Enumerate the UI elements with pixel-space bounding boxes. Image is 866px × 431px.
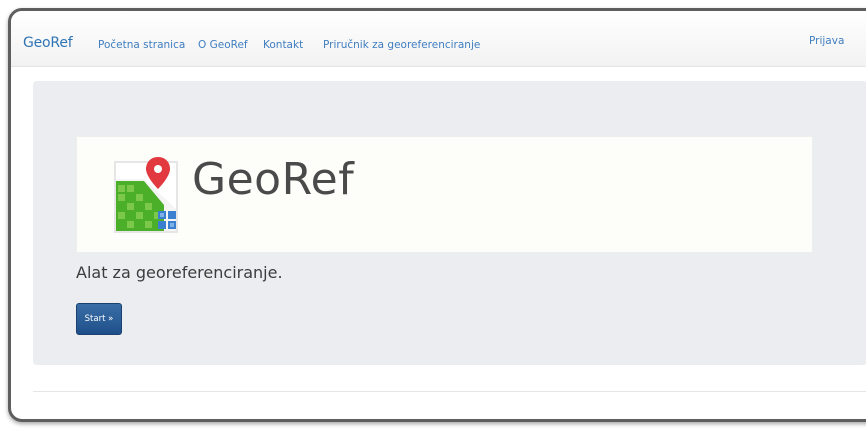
login-link[interactable]: Prijava xyxy=(809,35,844,47)
logo-banner: GeoRef xyxy=(76,136,813,253)
navbar-brand[interactable]: GeoRef xyxy=(23,35,73,51)
navbar: GeoRef Početna stranica O GeoRef Kontakt… xyxy=(11,11,866,67)
browser-frame: GeoRef Početna stranica O GeoRef Kontakt… xyxy=(8,8,866,422)
nav-link-manual[interactable]: Priručnik za georeferenciranje xyxy=(323,39,480,51)
jumbotron: GeoRef Alat za georeferenciranje. Start … xyxy=(33,81,866,365)
tagline: Alat za georeferenciranje. xyxy=(76,263,283,282)
nav-link-contact[interactable]: Kontakt xyxy=(263,39,303,51)
nav-link-home[interactable]: Početna stranica xyxy=(98,39,185,51)
logo-title: GeoRef xyxy=(192,154,355,205)
nav-link-about[interactable]: O GeoRef xyxy=(198,39,248,51)
footer-divider xyxy=(33,391,866,392)
map-pin-grid-icon xyxy=(114,157,178,233)
start-button[interactable]: Start » xyxy=(76,303,122,335)
